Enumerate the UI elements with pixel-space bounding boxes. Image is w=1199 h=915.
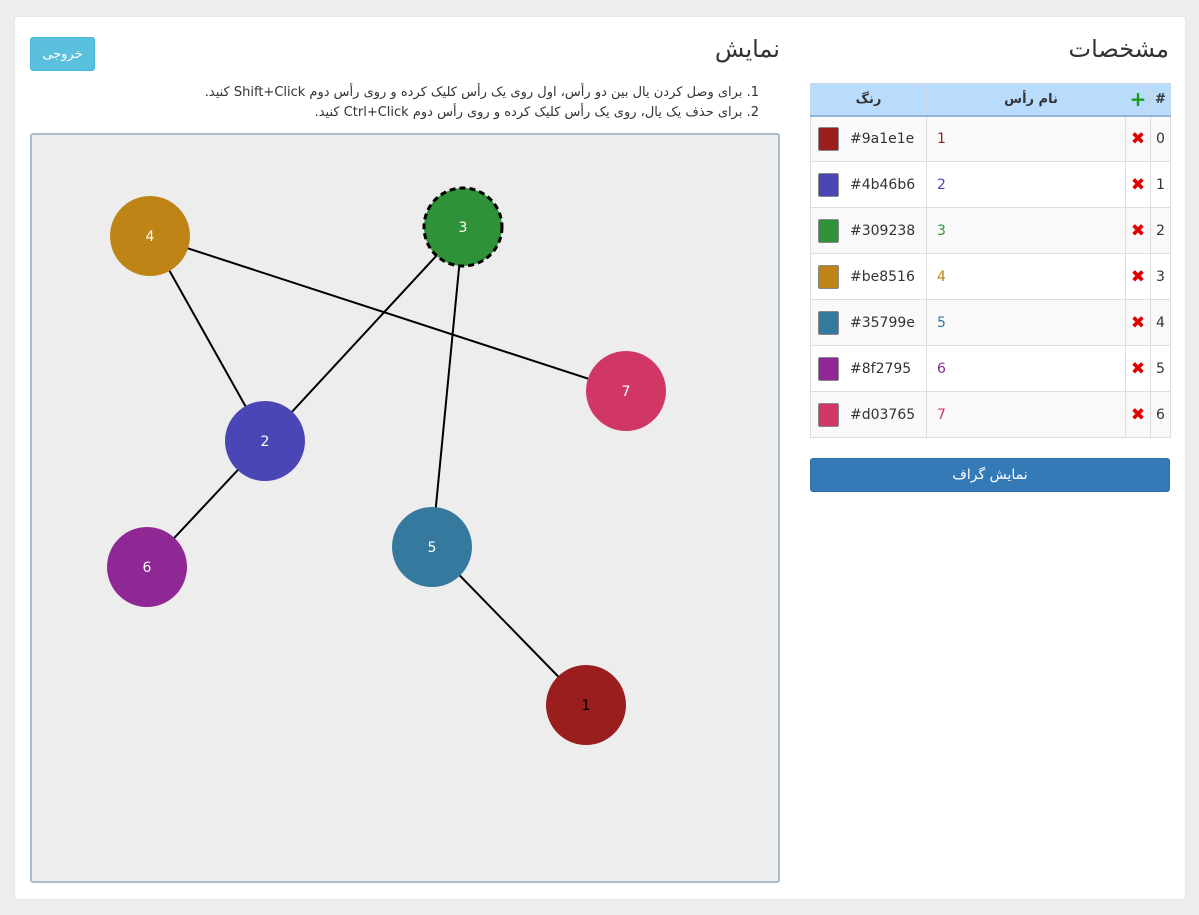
delete-vertex-button[interactable]: ✖ (1125, 115, 1151, 162)
graph-node-2[interactable]: 2 (225, 401, 305, 481)
graph-node-7[interactable]: 7 (586, 351, 666, 431)
color-swatch[interactable] (818, 172, 839, 197)
vertex-color-cell[interactable]: #35799e (810, 299, 927, 346)
display-title: نمایش (714, 35, 780, 63)
color-swatch[interactable] (818, 356, 839, 381)
table-row: 3 ✖ 4 #be8516 (810, 253, 1171, 300)
row-index: 5 (1150, 345, 1171, 392)
table-row: 4 ✖ 5 #35799e (810, 299, 1171, 346)
color-hex: #9a1e1e (850, 130, 915, 147)
table-row: 5 ✖ 6 #8f2795 (810, 345, 1171, 392)
properties-title: مشخصات (1068, 35, 1169, 63)
node-label: 6 (143, 560, 152, 576)
table-row: 6 ✖ 7 #d03765 (810, 391, 1171, 438)
delete-vertex-button[interactable]: ✖ (1125, 299, 1151, 346)
delete-icon[interactable]: ✖ (1131, 221, 1145, 241)
color-hex: #4b46b6 (850, 176, 916, 193)
vertex-color-cell[interactable]: #be8516 (810, 253, 927, 300)
color-hex: #be8516 (850, 268, 915, 285)
row-index: 1 (1150, 161, 1171, 208)
node-label: 1 (582, 698, 591, 714)
vertex-name-cell[interactable]: 1 (926, 115, 1126, 162)
color-hex: #35799e (850, 314, 915, 331)
delete-icon[interactable]: ✖ (1131, 313, 1145, 333)
delete-vertex-button[interactable]: ✖ (1125, 161, 1151, 208)
row-index: 2 (1150, 207, 1171, 254)
table-row: 1 ✖ 2 #4b46b6 (810, 161, 1171, 208)
graph-svg[interactable]: 1 2 3 4 5 6 7 (32, 135, 778, 881)
node-label: 5 (428, 540, 437, 556)
color-swatch[interactable] (818, 264, 839, 289)
node-label: 2 (261, 434, 270, 450)
graph-canvas[interactable]: 1 2 3 4 5 6 7 (30, 133, 780, 883)
graph-node-4[interactable]: 4 (110, 196, 190, 276)
vertex-name-cell[interactable]: 2 (926, 161, 1126, 208)
export-button[interactable]: خروجی (30, 37, 95, 71)
table-header-row: # + نام رأس رنگ (810, 83, 1171, 117)
color-swatch[interactable] (818, 402, 839, 427)
delete-vertex-button[interactable]: ✖ (1125, 207, 1151, 254)
main-panel: مشخصات # + نام رأس رنگ 0 ✖ 1 #9a1e1e 1 ✖ 2 #4b4… (15, 17, 1185, 899)
vertex-name-cell[interactable]: 6 (926, 345, 1126, 392)
color-hex: #309238 (850, 222, 916, 239)
row-index: 4 (1150, 299, 1171, 346)
instruction-item: 1. برای وصل کردن یال بین دو رأس، اول روی… (204, 85, 759, 100)
plus-icon[interactable]: + (1130, 87, 1147, 111)
graph-node-5[interactable]: 5 (392, 507, 472, 587)
delete-icon[interactable]: ✖ (1131, 129, 1145, 149)
vertex-table: # + نام رأس رنگ 0 ✖ 1 #9a1e1e 1 ✖ 2 #4b46b6 2 ✖ 3 #… (810, 83, 1171, 438)
delete-icon[interactable]: ✖ (1131, 267, 1145, 287)
graph-edge (431, 226, 464, 548)
delete-vertex-button[interactable]: ✖ (1125, 391, 1151, 438)
delete-vertex-button[interactable]: ✖ (1125, 253, 1151, 300)
vertex-name-cell[interactable]: 5 (926, 299, 1126, 346)
color-hex: #d03765 (850, 406, 916, 423)
color-swatch[interactable] (818, 126, 839, 151)
show-graph-button[interactable]: نمایش گراف (810, 458, 1170, 492)
header-color: رنگ (810, 83, 927, 117)
instructions-list: 1. برای وصل کردن یال بین دو رأس، اول روی… (199, 83, 759, 123)
table-row: 0 ✖ 1 #9a1e1e (810, 115, 1171, 162)
vertex-color-cell[interactable]: #8f2795 (810, 345, 927, 392)
vertex-name-cell[interactable]: 4 (926, 253, 1126, 300)
vertex-name-cell[interactable]: 3 (926, 207, 1126, 254)
vertex-name-cell[interactable]: 7 (926, 391, 1126, 438)
color-swatch[interactable] (818, 310, 839, 335)
delete-icon[interactable]: ✖ (1131, 175, 1145, 195)
vertex-color-cell[interactable]: #4b46b6 (810, 161, 927, 208)
node-label: 3 (459, 220, 468, 236)
node-label: 4 (146, 229, 155, 245)
graph-edge (264, 226, 464, 442)
graph-edge (149, 235, 627, 392)
row-index: 0 (1150, 115, 1171, 162)
vertex-color-cell[interactable]: #d03765 (810, 391, 927, 438)
instruction-item: 2. برای حذف یک یال، روی یک رأس کلیک کرده… (314, 105, 759, 120)
delete-icon[interactable]: ✖ (1131, 405, 1145, 425)
row-index: 6 (1150, 391, 1171, 438)
node-label: 7 (622, 384, 631, 400)
header-index: # (1150, 83, 1171, 117)
add-vertex-button[interactable]: + (1125, 83, 1151, 117)
color-hex: #8f2795 (850, 360, 912, 377)
graph-node-1[interactable]: 1 (546, 665, 626, 745)
header-vertex-name: نام رأس (926, 83, 1126, 117)
delete-icon[interactable]: ✖ (1131, 359, 1145, 379)
vertex-color-cell[interactable]: #309238 (810, 207, 927, 254)
graph-node-3[interactable]: 3 (422, 186, 504, 268)
vertex-color-cell[interactable]: #9a1e1e (810, 115, 927, 162)
table-row: 2 ✖ 3 #309238 (810, 207, 1171, 254)
color-swatch[interactable] (818, 218, 839, 243)
delete-vertex-button[interactable]: ✖ (1125, 345, 1151, 392)
vertex-table-body: 0 ✖ 1 #9a1e1e 1 ✖ 2 #4b46b6 2 ✖ 3 #309238 3 ✖ 4 #be8516… (810, 115, 1171, 438)
row-index: 3 (1150, 253, 1171, 300)
graph-node-6[interactable]: 6 (107, 527, 187, 607)
